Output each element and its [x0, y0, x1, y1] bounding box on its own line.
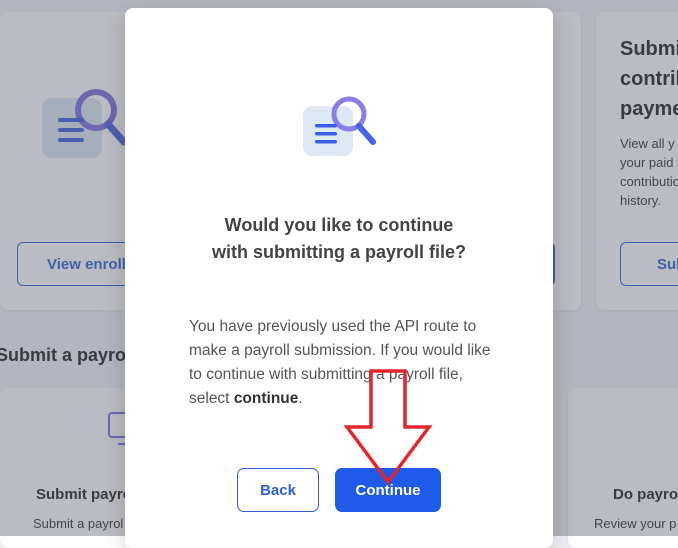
continue-button[interactable]: Continue [335, 468, 441, 512]
back-button[interactable]: Back [237, 468, 319, 512]
dialog-title: Would you like to continue with submitti… [211, 215, 466, 262]
continue-payroll-dialog: Would you like to continue with submitti… [125, 8, 553, 548]
dialog-body-emphasis: continue [233, 390, 299, 407]
dialog-body: You have previously used the API route t… [189, 315, 491, 411]
document-search-icon [303, 96, 376, 156]
dialog-body-end: . [298, 390, 303, 407]
